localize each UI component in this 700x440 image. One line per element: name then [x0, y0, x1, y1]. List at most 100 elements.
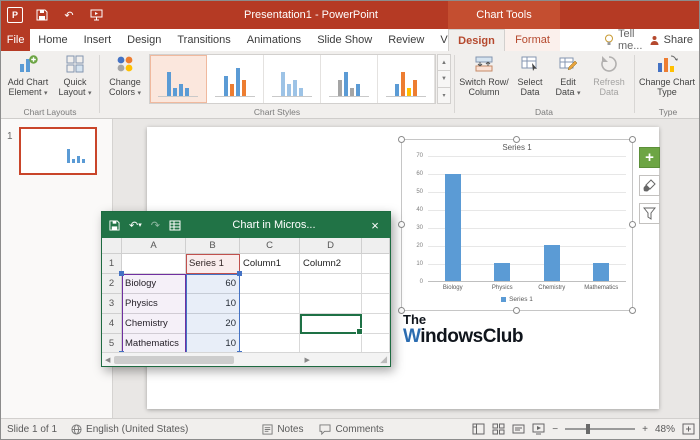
zoom-out-button[interactable]: −: [552, 424, 558, 435]
chart-style-button[interactable]: [639, 175, 660, 196]
chart-bar[interactable]: [593, 263, 609, 281]
scroll-right-icon[interactable]: ▶: [305, 356, 310, 364]
excel-close-button[interactable]: ×: [367, 218, 383, 233]
row-header[interactable]: 5: [102, 334, 122, 354]
chart-style-4[interactable]: [321, 55, 378, 103]
cell-e2[interactable]: [362, 274, 390, 294]
reading-view-icon[interactable]: [512, 423, 525, 435]
chart-elements-button[interactable]: +: [639, 147, 660, 168]
tab-file[interactable]: File: [1, 29, 30, 51]
cell-a2[interactable]: Biology: [122, 274, 186, 294]
cell-a5[interactable]: Mathematics: [122, 334, 186, 354]
column-header-a[interactable]: A: [122, 238, 186, 254]
column-header-b[interactable]: B: [186, 238, 240, 254]
cell-b1[interactable]: Series 1: [186, 254, 240, 274]
cell-c2[interactable]: [240, 274, 300, 294]
gallery-up-icon[interactable]: ▲: [437, 54, 451, 71]
comments-button[interactable]: Comments: [319, 424, 383, 435]
slideshow-icon[interactable]: [88, 7, 104, 23]
tab-chart-design[interactable]: Design: [448, 29, 505, 51]
cell-b2[interactable]: 60: [186, 274, 240, 294]
tab-transitions[interactable]: Transitions: [169, 29, 238, 51]
cell-a4[interactable]: Chemistry: [122, 314, 186, 334]
tab-chart-format[interactable]: Format: [505, 29, 560, 51]
tab-slide-show[interactable]: Slide Show: [309, 29, 380, 51]
scroll-left-icon[interactable]: ◀: [105, 356, 110, 364]
chart-title[interactable]: Series 1: [402, 143, 632, 152]
column-header-e[interactable]: [362, 238, 390, 254]
row-header[interactable]: 4: [102, 314, 122, 334]
change-chart-type-button[interactable]: Change Chart Type: [638, 53, 696, 105]
excel-undo-icon[interactable]: ↶▾: [129, 219, 142, 232]
gallery-more-icon[interactable]: ▾: [437, 88, 451, 104]
selection-handle[interactable]: [398, 221, 405, 228]
select-data-button[interactable]: Select Data: [512, 53, 548, 105]
cell-e5[interactable]: [362, 334, 390, 354]
notes-button[interactable]: Notes: [262, 424, 303, 435]
excel-save-icon[interactable]: [109, 220, 120, 231]
row-header[interactable]: 1: [102, 254, 122, 274]
cell-e4[interactable]: [362, 314, 390, 334]
cell-d4[interactable]: [300, 314, 362, 334]
undo-icon[interactable]: ↶: [61, 7, 77, 23]
chart-bar[interactable]: [445, 174, 461, 281]
excel-horizontal-scrollbar[interactable]: ◀ ▶ ◢: [102, 352, 390, 366]
change-colors-button[interactable]: Change Colors ▾: [103, 53, 147, 105]
tell-me-box[interactable]: Tell me...: [604, 29, 649, 51]
gallery-down-icon[interactable]: ▼: [437, 71, 451, 87]
excel-sheet-icon[interactable]: [169, 220, 181, 231]
normal-view-icon[interactable]: [472, 423, 485, 435]
slide-1-thumbnail[interactable]: [19, 127, 97, 175]
cell-c1[interactable]: Column1: [240, 254, 300, 274]
chart-legend[interactable]: Series 1: [402, 296, 632, 303]
cell-d2[interactable]: [300, 274, 362, 294]
selection-handle[interactable]: [629, 221, 636, 228]
column-header-d[interactable]: D: [300, 238, 362, 254]
resize-grip-icon[interactable]: ◢: [380, 354, 387, 365]
tab-review[interactable]: Review: [380, 29, 432, 51]
chart-style-3[interactable]: [264, 55, 321, 103]
scrollbar-thumb[interactable]: [114, 356, 234, 364]
cell-d3[interactable]: [300, 294, 362, 314]
select-all-corner[interactable]: [102, 238, 122, 254]
fit-to-window-icon[interactable]: [682, 423, 695, 435]
zoom-in-button[interactable]: +: [642, 424, 648, 435]
save-icon[interactable]: [34, 7, 50, 23]
row-header[interactable]: 3: [102, 294, 122, 314]
row-header[interactable]: 2: [102, 274, 122, 294]
zoom-level[interactable]: 48%: [655, 424, 675, 435]
excel-titlebar[interactable]: ↶▾ ↷ Chart in Micros... ×: [102, 212, 390, 238]
quick-layout-button[interactable]: Quick Layout ▾: [53, 53, 97, 105]
zoom-slider[interactable]: [565, 428, 635, 430]
cell-a1[interactable]: [122, 254, 186, 274]
tab-home[interactable]: Home: [30, 29, 75, 51]
chart-filters-button[interactable]: [639, 203, 660, 224]
chart[interactable]: Series 1 706050403020100 Biology Physics…: [401, 139, 633, 311]
chart-style-5[interactable]: [378, 55, 435, 103]
cell-d5[interactable]: [300, 334, 362, 354]
cell-a3[interactable]: Physics: [122, 294, 186, 314]
cell-c4[interactable]: [240, 314, 300, 334]
tab-insert[interactable]: Insert: [76, 29, 120, 51]
add-chart-element-button[interactable]: Add Chart Element ▾: [5, 53, 51, 105]
selection-handle[interactable]: [629, 307, 636, 314]
language-indicator[interactable]: English (United States): [71, 424, 188, 435]
cell-b5[interactable]: 10: [186, 334, 240, 354]
cell-c3[interactable]: [240, 294, 300, 314]
slide-sorter-icon[interactable]: [492, 423, 505, 435]
cell-e3[interactable]: [362, 294, 390, 314]
slideshow-view-icon[interactable]: [532, 423, 545, 435]
share-button[interactable]: Share: [649, 29, 693, 51]
column-header-c[interactable]: C: [240, 238, 300, 254]
tab-design[interactable]: Design: [119, 29, 169, 51]
chart-style-2[interactable]: [207, 55, 264, 103]
selection-handle[interactable]: [629, 136, 636, 143]
chart-style-1[interactable]: [150, 55, 207, 103]
cell-d1[interactable]: Column2: [300, 254, 362, 274]
zoom-slider-thumb[interactable]: [586, 424, 590, 434]
cell-e1[interactable]: [362, 254, 390, 274]
selection-handle[interactable]: [398, 136, 405, 143]
cell-b4[interactable]: 20: [186, 314, 240, 334]
selection-handle[interactable]: [513, 136, 520, 143]
chart-bar[interactable]: [494, 263, 510, 281]
